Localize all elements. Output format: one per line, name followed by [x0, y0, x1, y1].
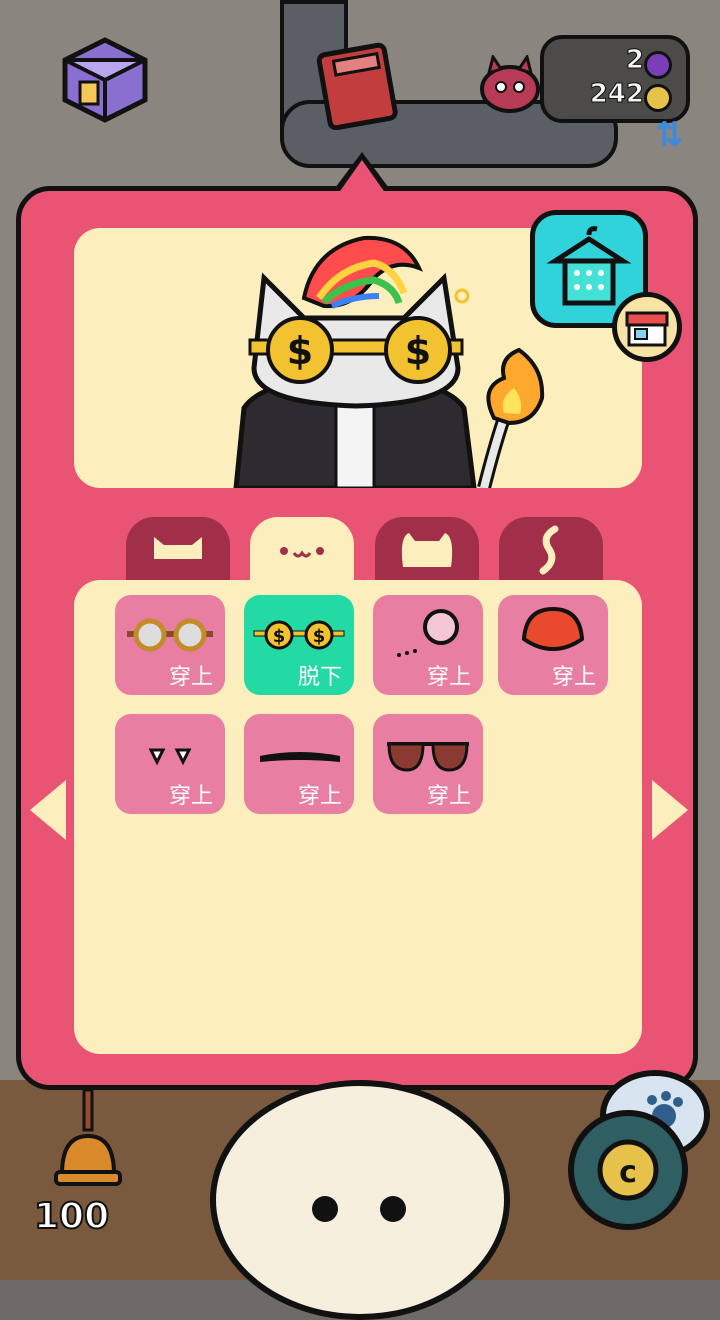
- red-mask-icon: [521, 606, 585, 652]
- svg-text:$: $: [313, 626, 326, 647]
- item-label: 穿上: [168, 665, 213, 690]
- monster-icon[interactable]: [475, 53, 545, 115]
- tail-icon: [539, 525, 559, 575]
- coin-icon: [644, 84, 672, 112]
- mustache-icon: [260, 752, 340, 762]
- aviator-sunglasses-icon: [387, 742, 469, 772]
- coin-count: 242: [589, 79, 644, 110]
- item-label: 穿上: [426, 784, 471, 809]
- item-steampunk-goggles[interactable]: 穿上: [115, 595, 225, 695]
- item-label: 穿上: [297, 784, 342, 809]
- cat-bowl[interactable]: [210, 1080, 510, 1320]
- money-count: 100: [33, 1195, 110, 1238]
- book-icon[interactable]: [310, 35, 410, 131]
- gem-count: 2: [625, 45, 644, 76]
- monocle-icon: [397, 609, 459, 657]
- bowl-eye-left: [312, 1196, 338, 1222]
- item-red-mask[interactable]: 穿上: [498, 595, 608, 695]
- dollar-glasses-icon: $ $: [253, 620, 345, 650]
- shop-icon: [625, 311, 669, 347]
- coin-icon: c: [597, 1139, 659, 1201]
- furniture-box-icon[interactable]: [55, 30, 155, 125]
- svg-text:$: $: [287, 329, 313, 373]
- next-page-arrow[interactable]: [652, 780, 688, 840]
- svg-text:$: $: [405, 329, 431, 373]
- tab-tail[interactable]: [499, 517, 603, 587]
- bell-icon[interactable]: [48, 1088, 128, 1190]
- item-aviator-sunglasses[interactable]: 穿上: [373, 714, 483, 814]
- tab-body[interactable]: [375, 517, 479, 587]
- item-monocle[interactable]: 穿上: [373, 595, 483, 695]
- tab-head[interactable]: [126, 517, 230, 587]
- cat-ears-icon: [154, 537, 202, 559]
- item-label: 穿上: [168, 784, 213, 809]
- arrow-updown-icon[interactable]: ⇅: [655, 115, 684, 155]
- gem-icon: [644, 51, 672, 79]
- previous-page-arrow[interactable]: [30, 780, 66, 840]
- svg-text:c: c: [619, 1155, 637, 1190]
- steampunk-goggles-icon: [127, 618, 213, 652]
- tab-face[interactable]: [250, 517, 354, 587]
- cat-face-icon: [280, 547, 324, 558]
- cat-body-icon: [401, 533, 453, 567]
- currency-panel: 2 242: [540, 35, 690, 123]
- item-fangs[interactable]: 穿上: [115, 714, 225, 814]
- item-label: 脱下: [297, 665, 342, 690]
- fangs-icon: [148, 748, 192, 766]
- svg-text:$: $: [273, 626, 286, 647]
- item-dollar-glasses[interactable]: $ $ 脱下: [244, 595, 354, 695]
- collect-coins-button[interactable]: c: [568, 1110, 688, 1230]
- panel-tip-fill: [338, 160, 386, 194]
- item-label: 穿上: [426, 665, 471, 690]
- bowl-eye-right: [380, 1196, 406, 1222]
- item-mustache[interactable]: 穿上: [244, 714, 354, 814]
- item-label: 穿上: [551, 665, 596, 690]
- shop-button[interactable]: [612, 292, 682, 362]
